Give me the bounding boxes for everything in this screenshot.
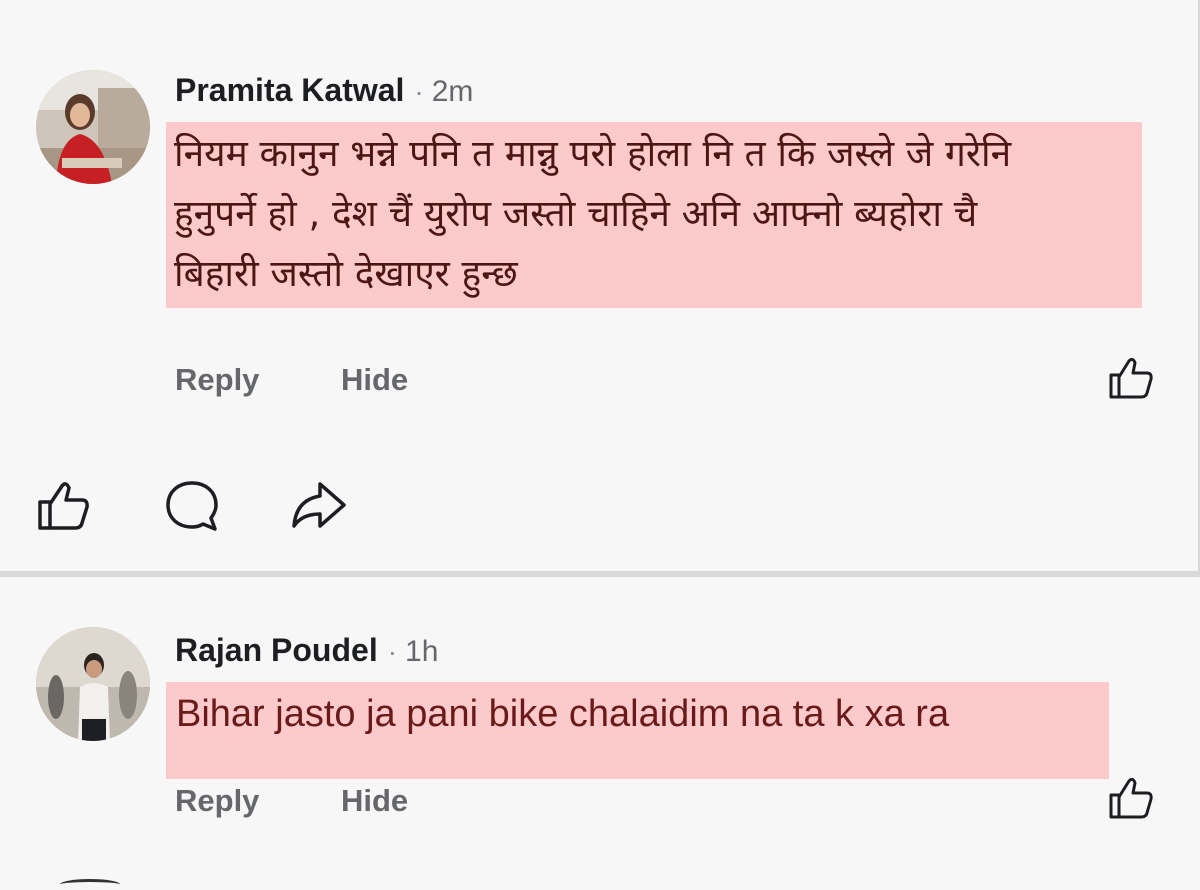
timestamp[interactable]: 1h [405, 635, 438, 668]
separator-dot: · [414, 76, 424, 107]
hide-button[interactable]: Hide [341, 783, 408, 819]
comment-text: नियम कानुन भन्ने पनि त मान्नु परो होला न… [174, 132, 1012, 295]
like-icon[interactable] [1107, 775, 1155, 821]
like-icon[interactable] [36, 480, 92, 532]
avatar[interactable] [36, 70, 150, 184]
avatar-photo [36, 627, 150, 741]
comment-icon[interactable] [163, 478, 221, 534]
comment-header: Rajan Poudel · 1h [175, 632, 438, 670]
like-icon[interactable] [1107, 355, 1155, 401]
comment-text: Bihar jasto ja pani bike chalaidim na ta… [176, 693, 950, 735]
comment-card: Rajan Poudel · 1h Bihar jasto ja pani bike… [0, 577, 1200, 887]
avatar-photo [36, 70, 150, 184]
author-name[interactable]: Pramita Katwal [175, 72, 404, 108]
next-avatar-edge [60, 879, 120, 890]
comment-bubble: नियम कानुन भन्ने पनि त मान्नु परो होला न… [166, 122, 1142, 308]
timestamp[interactable]: 2m [432, 75, 474, 108]
comment-header: Pramita Katwal · 2m [175, 72, 473, 110]
reply-button[interactable]: Reply [175, 783, 259, 819]
comment-bubble: Bihar jasto ja pani bike chalaidim na ta… [166, 682, 1109, 779]
comment-card: Pramita Katwal · 2m नियम कानुन भन्ने पनि त… [0, 0, 1200, 571]
hide-button[interactable]: Hide [341, 362, 408, 398]
reply-button[interactable]: Reply [175, 362, 259, 398]
author-name[interactable]: Rajan Poudel [175, 632, 378, 668]
separator-dot: · [387, 636, 398, 667]
share-icon[interactable] [288, 478, 350, 534]
avatar[interactable] [36, 627, 150, 741]
